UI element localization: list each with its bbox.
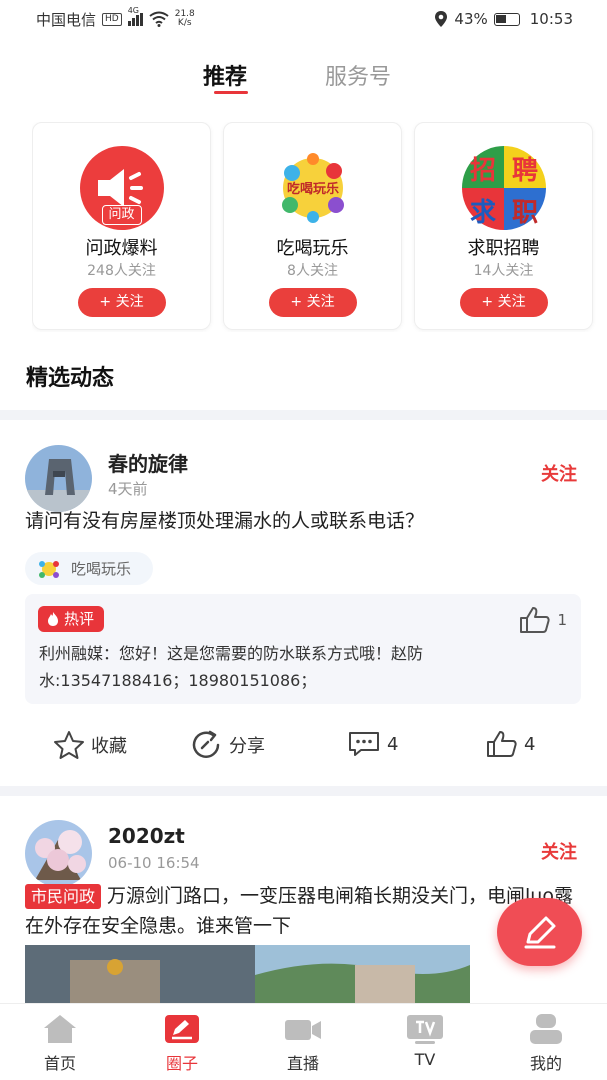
- home-icon: [44, 1015, 76, 1043]
- avatar[interactable]: [25, 445, 92, 512]
- job-logo-char-1: 招: [469, 156, 495, 186]
- post-text-body: 万源剑门路口，一变压器电闸箱长期没关门，电闸luo露在外存在安全隐患。谁来管一下: [25, 885, 573, 937]
- comment-like-button[interactable]: 1: [519, 606, 567, 634]
- nav-live-label: 直播: [286, 1054, 319, 1073]
- circle-card-chihe[interactable]: 吃喝玩乐 吃喝玩乐 8人关注 + 关注: [223, 122, 402, 330]
- tab-recommend[interactable]: 推荐: [203, 59, 247, 91]
- like-count: 4: [524, 733, 536, 755]
- network-type-label: 4G: [127, 5, 140, 15]
- circle-tag-label: 吃喝玩乐: [71, 560, 132, 578]
- nav-circle-label: 圈子: [165, 1054, 198, 1073]
- carrier-label: 中国电信: [36, 10, 97, 29]
- video-camera-icon: [285, 1020, 321, 1040]
- circle-icon: [165, 1015, 199, 1043]
- follow-button[interactable]: + 关注: [77, 288, 166, 317]
- top-tabs: 推荐 服务号: [0, 55, 607, 100]
- circle-card-qiuzhi[interactable]: 招 聘 求 职 求职招聘 14人关注 + 关注: [414, 122, 593, 330]
- tab-service-accounts[interactable]: 服务号: [325, 59, 391, 91]
- tv-icon: [407, 1015, 443, 1044]
- compose-post-button[interactable]: [497, 898, 582, 966]
- thumb-up-icon: [520, 607, 551, 633]
- food-fun-logo-icon: 吃喝玩乐: [281, 153, 344, 223]
- follow-user-button[interactable]: 关注: [541, 838, 577, 864]
- post-category-tag[interactable]: 市民问政: [25, 884, 102, 909]
- battery-icon: [493, 12, 520, 26]
- circle-badge: 问政: [101, 205, 142, 225]
- circle-name: 吃喝玩乐: [276, 238, 349, 259]
- favorite-button[interactable]: 收藏: [53, 730, 127, 760]
- share-icon: [192, 730, 220, 758]
- post-divider: [0, 786, 607, 796]
- post-username[interactable]: 春的旋律: [108, 448, 188, 477]
- job-logo-char-3: 求: [469, 198, 495, 228]
- circle-card-wenzheng[interactable]: 问政 问政爆料 248人关注 + 关注: [32, 122, 211, 330]
- battery-percent: 43%: [454, 10, 488, 28]
- circle-followers: 14人关注: [473, 263, 534, 279]
- bottom-nav: 首页 圈子 直播 TV 我的: [0, 1003, 607, 1080]
- nav-live[interactable]: 直播: [263, 1012, 343, 1074]
- food-fun-logo-text: 吃喝玩乐: [286, 181, 338, 197]
- circle-name: 求职招聘: [467, 238, 540, 259]
- network-speed: 21.8 K/s: [175, 10, 195, 28]
- user-icon: [530, 1014, 562, 1044]
- avatar[interactable]: [25, 820, 92, 887]
- circle-tag[interactable]: 吃喝玩乐: [25, 552, 154, 585]
- signal-icon: 4G: [127, 6, 143, 26]
- post-time: 06-10 16:54: [108, 854, 200, 872]
- job-recruit-logo-icon: 招 聘 求 职: [461, 146, 546, 230]
- post-actions: 收藏 分享 4 4: [0, 730, 607, 764]
- clock: 10:53: [529, 10, 573, 28]
- speed-unit: K/s: [177, 18, 192, 28]
- post-time: 4天前: [108, 480, 148, 498]
- star-icon: [54, 731, 84, 759]
- nav-tv-label: TV: [414, 1050, 436, 1069]
- wifi-icon: [149, 11, 169, 27]
- follow-button[interactable]: + 关注: [268, 288, 357, 317]
- status-bar: 中国电信 HD 4G 21.8 K/s 43% 10:53: [0, 0, 607, 38]
- food-fun-small-icon: [39, 560, 59, 578]
- thumb-up-icon: [487, 731, 517, 757]
- nav-home-label: 首页: [43, 1054, 76, 1073]
- comment-button[interactable]: 4: [347, 730, 398, 758]
- post-username[interactable]: 2020zt: [108, 824, 185, 848]
- active-tab-indicator: [214, 91, 248, 94]
- follow-user-button[interactable]: 关注: [541, 460, 577, 486]
- job-logo-char-2: 聘: [511, 156, 537, 186]
- post-image[interactable]: [25, 945, 470, 1005]
- nav-tv[interactable]: TV: [385, 1012, 465, 1069]
- nav-me[interactable]: 我的: [506, 1012, 586, 1074]
- circle-followers: 8人关注: [287, 263, 338, 279]
- flame-icon: [48, 612, 58, 626]
- hd-icon: HD: [102, 12, 122, 26]
- follow-button[interactable]: + 关注: [459, 288, 548, 317]
- hot-comment-text: 利州融媒：您好！这是您需要的防水联系方式哦！赵防水:13547188416；18…: [39, 644, 424, 690]
- comment-like-count: 1: [557, 611, 567, 629]
- like-button[interactable]: 4: [486, 730, 535, 758]
- post-text[interactable]: 请问有没有房屋楼顶处理漏水的人或联系电话？: [25, 506, 585, 536]
- circle-name: 问政爆料: [85, 238, 158, 259]
- job-logo-char-4: 职: [511, 198, 537, 228]
- nav-circle[interactable]: 圈子: [142, 1012, 222, 1074]
- section-title: 精选动态: [26, 366, 115, 391]
- circle-followers: 248人关注: [87, 263, 156, 279]
- share-label: 分享: [229, 736, 265, 757]
- circle-cards: 问政 问政爆料 248人关注 + 关注 吃喝玩乐 吃喝玩乐 8人关注 + 关注: [32, 122, 607, 332]
- comment-count: 4: [387, 733, 399, 755]
- nav-me-label: 我的: [529, 1054, 562, 1073]
- section-divider: [0, 410, 607, 420]
- nav-home[interactable]: 首页: [20, 1012, 100, 1074]
- hot-comment-badge-label: 热评: [64, 610, 95, 628]
- hot-comment[interactable]: 热评 1 利州融媒：您好！这是您需要的防水联系方式哦！赵防水:135471884…: [25, 594, 581, 704]
- hot-comment-badge: 热评: [38, 606, 105, 632]
- share-button[interactable]: 分享: [191, 730, 265, 760]
- favorite-label: 收藏: [91, 736, 127, 757]
- location-icon: [435, 11, 448, 27]
- pencil-icon: [524, 916, 555, 949]
- comment-icon: [349, 732, 379, 756]
